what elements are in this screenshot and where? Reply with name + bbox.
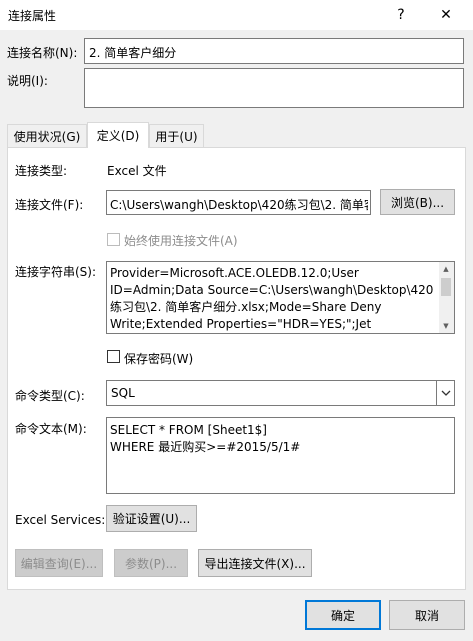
edit-query-button[interactable]: 编辑查询(E)... bbox=[15, 549, 103, 577]
connection-type-value: Excel 文件 bbox=[107, 164, 167, 178]
connection-string-line: ID=Admin;Data Source=C:\Users\wangh\Desk… bbox=[110, 283, 434, 297]
excel-services-label: Excel Services: bbox=[15, 513, 106, 527]
command-text-line: SELECT * FROM [Sheet1$] bbox=[110, 423, 267, 437]
auth-settings-button[interactable]: 验证设置(U)... bbox=[106, 505, 197, 532]
tab-usage-label: 使用状况(G) bbox=[13, 130, 81, 144]
tab-used-for[interactable]: 用于(U) bbox=[149, 124, 204, 148]
connection-name-label: 连接名称(N): bbox=[7, 46, 78, 60]
connection-file-label: 连接文件(F): bbox=[15, 198, 84, 212]
connection-name-input[interactable]: 2. 简单客户细分 bbox=[84, 38, 464, 64]
connection-string-label: 连接字符串(S): bbox=[15, 265, 97, 279]
cancel-button[interactable]: 取消 bbox=[389, 600, 465, 630]
connection-name-value: 2. 简单客户细分 bbox=[89, 46, 177, 60]
command-text-label: 命令文本(M): bbox=[15, 422, 87, 436]
command-type-select[interactable]: SQL bbox=[106, 380, 455, 406]
scroll-up-icon[interactable]: ▲ bbox=[439, 262, 453, 276]
help-button[interactable]: ? bbox=[386, 3, 416, 27]
always-use-file-checkbox[interactable] bbox=[107, 233, 120, 246]
ok-button[interactable]: 确定 bbox=[305, 600, 381, 630]
description-label: 说明(I): bbox=[7, 74, 48, 88]
save-password-label: 保存密码(W) bbox=[124, 352, 194, 366]
tab-used-for-label: 用于(U) bbox=[155, 130, 198, 144]
connection-string-line: Write;Extended Properties="HDR=YES;";Jet bbox=[110, 317, 372, 331]
connection-string-line: Provider=Microsoft.ACE.OLEDB.12.0;User bbox=[110, 266, 359, 280]
close-button[interactable]: ✕ bbox=[431, 3, 461, 27]
tab-definition-label: 定义(D) bbox=[96, 129, 140, 143]
save-password-checkbox[interactable] bbox=[107, 350, 120, 363]
tab-usage[interactable]: 使用状况(G) bbox=[7, 124, 87, 148]
parameters-button[interactable]: 参数(P)... bbox=[114, 549, 188, 577]
command-type-label: 命令类型(C): bbox=[15, 389, 85, 403]
description-input[interactable] bbox=[84, 68, 464, 108]
connection-file-value: C:\Users\wangh\Desktop\420练习包\2. 简单客 bbox=[110, 198, 368, 212]
command-type-value: SQL bbox=[111, 386, 135, 400]
command-text-line: WHERE 最近购买>=#2015/5/1# bbox=[110, 440, 301, 454]
browse-button[interactable]: 浏览(B)... bbox=[380, 189, 455, 215]
connection-file-input[interactable]: C:\Users\wangh\Desktop\420练习包\2. 简单客 bbox=[106, 190, 371, 215]
scroll-down-icon[interactable]: ▼ bbox=[439, 319, 453, 333]
export-connection-file-button[interactable]: 导出连接文件(X)... bbox=[198, 549, 312, 577]
connection-type-label: 连接类型: bbox=[15, 164, 68, 178]
tab-definition[interactable]: 定义(D) bbox=[87, 122, 149, 148]
connection-string-line: 练习包\2. 简单客户细分.xlsx;Mode=Share Deny bbox=[110, 300, 382, 314]
connection-string-textarea[interactable]: Provider=Microsoft.ACE.OLEDB.12.0;User I… bbox=[106, 261, 455, 334]
window-title: 连接属性 bbox=[8, 9, 57, 23]
chevron-down-icon[interactable] bbox=[436, 381, 454, 405]
connection-string-scrollbar[interactable]: ▲ ▼ bbox=[439, 262, 454, 333]
always-use-file-label: 始终使用连接文件(A) bbox=[124, 234, 238, 248]
command-text-textarea[interactable]: SELECT * FROM [Sheet1$] WHERE 最近购买>=#201… bbox=[106, 417, 455, 494]
scrollbar-thumb[interactable] bbox=[441, 278, 451, 296]
